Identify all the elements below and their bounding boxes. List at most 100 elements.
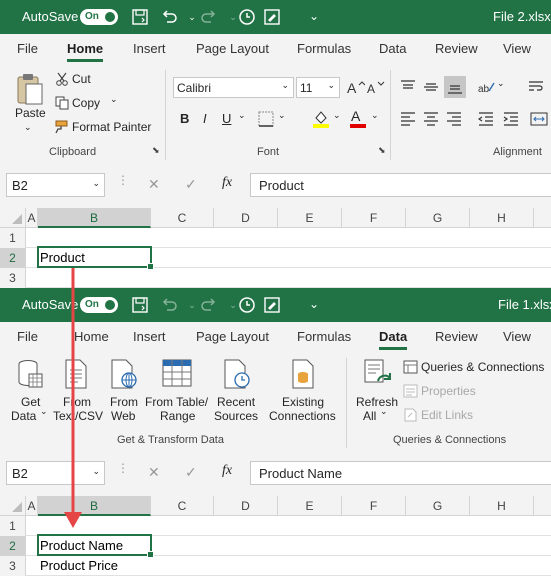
column-header-h[interactable]: H bbox=[470, 496, 534, 516]
row-header-1[interactable]: 1 bbox=[0, 228, 26, 248]
save-icon[interactable] bbox=[131, 296, 151, 314]
column-header-a[interactable]: A bbox=[26, 208, 38, 228]
clock-icon[interactable] bbox=[238, 296, 258, 314]
align-right-icon[interactable] bbox=[446, 111, 462, 127]
cell-b3[interactable]: Product Price bbox=[40, 558, 118, 573]
column-header-g[interactable]: G bbox=[406, 496, 470, 516]
font-launcher-icon[interactable]: ⬊ bbox=[378, 145, 386, 156]
font-size-select[interactable]: 11 ⌄ bbox=[296, 77, 340, 98]
tab-file[interactable]: File bbox=[17, 329, 38, 344]
column-header-f[interactable]: F bbox=[342, 496, 406, 516]
autosave-toggle[interactable]: On bbox=[80, 9, 118, 25]
tab-formulas[interactable]: Formulas bbox=[297, 329, 351, 344]
tab-page-layout[interactable]: Page Layout bbox=[196, 41, 269, 56]
recent-sources-button[interactable]: Recent Sources bbox=[212, 356, 258, 426]
queries-connections-button[interactable]: Queries & Connections bbox=[421, 360, 544, 374]
top-align-icon[interactable] bbox=[400, 79, 416, 95]
fill-color-dropdown-icon[interactable]: ⌄ bbox=[333, 110, 341, 121]
tab-file[interactable]: File bbox=[17, 41, 38, 56]
tab-view[interactable]: View bbox=[503, 41, 531, 56]
insert-function-button[interactable]: fx bbox=[222, 175, 232, 191]
tab-formulas[interactable]: Formulas bbox=[297, 41, 351, 56]
name-box[interactable]: B2 ⌄ bbox=[6, 461, 105, 485]
tab-review[interactable]: Review bbox=[435, 329, 478, 344]
select-all-corner[interactable] bbox=[0, 208, 26, 228]
enter-check-icon[interactable]: ✓ bbox=[185, 176, 197, 193]
decrease-font-size-icon[interactable]: A bbox=[367, 79, 385, 95]
enter-check-icon[interactable]: ✓ bbox=[185, 464, 197, 481]
merge-center-icon[interactable] bbox=[530, 111, 548, 127]
cut-icon[interactable] bbox=[55, 72, 69, 86]
format-painter-button[interactable]: Format Painter bbox=[72, 120, 151, 134]
increase-font-size-icon[interactable]: A bbox=[347, 79, 365, 95]
paste-icon[interactable] bbox=[16, 72, 44, 106]
row-header-1[interactable]: 1 bbox=[0, 516, 26, 536]
orientation-dropdown-icon[interactable]: ⌄ bbox=[497, 78, 505, 89]
bold-button[interactable]: B bbox=[180, 111, 189, 126]
redo-icon[interactable] bbox=[200, 8, 220, 26]
column-header-h[interactable]: H bbox=[470, 208, 534, 228]
column-header-d[interactable]: D bbox=[214, 208, 278, 228]
align-center-icon[interactable] bbox=[423, 111, 439, 127]
formula-input[interactable]: Product bbox=[250, 173, 551, 197]
selected-cell-b2[interactable] bbox=[37, 246, 154, 270]
properties-button[interactable]: Properties bbox=[421, 384, 476, 398]
form-icon[interactable] bbox=[263, 296, 283, 314]
column-header-c[interactable]: C bbox=[151, 208, 214, 228]
clipboard-launcher-icon[interactable]: ⬊ bbox=[152, 145, 160, 156]
column-header-d[interactable]: D bbox=[214, 496, 278, 516]
row-header-2[interactable]: 2 bbox=[0, 536, 26, 556]
from-table-range-button[interactable]: From Table/ Range bbox=[145, 356, 211, 426]
format-painter-icon[interactable] bbox=[55, 120, 69, 134]
column-header-e[interactable]: E bbox=[278, 208, 342, 228]
orientation-icon[interactable]: ab bbox=[478, 79, 496, 95]
underline-dropdown-icon[interactable]: ⌄ bbox=[238, 110, 246, 121]
align-left-icon[interactable] bbox=[400, 111, 416, 127]
column-header-b[interactable]: B bbox=[38, 496, 151, 516]
get-data-button[interactable]: Get Data ⌄ bbox=[5, 356, 51, 426]
customize-toolbar-icon[interactable]: ⌄ bbox=[304, 7, 324, 25]
fill-color-icon[interactable] bbox=[312, 109, 330, 129]
select-all-corner[interactable] bbox=[0, 496, 26, 516]
form-icon[interactable] bbox=[263, 8, 283, 26]
name-box[interactable]: B2 ⌄ bbox=[6, 173, 105, 197]
from-text-csv-button[interactable]: From Text/CSV bbox=[53, 356, 103, 426]
row-header-3[interactable]: 3 bbox=[0, 268, 26, 288]
tab-insert[interactable]: Insert bbox=[133, 329, 166, 344]
save-icon[interactable] bbox=[131, 8, 151, 26]
undo-dropdown-icon[interactable]: ⌄ bbox=[182, 8, 202, 26]
undo-icon[interactable] bbox=[160, 8, 180, 26]
wrap-text-icon[interactable] bbox=[528, 79, 544, 95]
borders-dropdown-icon[interactable]: ⌄ bbox=[278, 110, 286, 121]
cancel-icon[interactable]: ✕ bbox=[148, 464, 160, 481]
column-header-e[interactable]: E bbox=[278, 496, 342, 516]
row-header-3[interactable]: 3 bbox=[0, 556, 26, 576]
tab-review[interactable]: Review bbox=[435, 41, 478, 56]
row-header-2[interactable]: 2 bbox=[0, 248, 26, 268]
column-header-b[interactable]: B bbox=[38, 208, 151, 228]
cut-button[interactable]: Cut bbox=[72, 72, 91, 86]
tab-home[interactable]: Home bbox=[67, 41, 104, 62]
selected-cell-b2[interactable] bbox=[37, 534, 154, 558]
font-name-select[interactable]: Calibri ⌄ bbox=[173, 77, 294, 98]
properties-icon[interactable] bbox=[403, 384, 418, 398]
from-web-button[interactable]: From Web bbox=[105, 356, 143, 426]
column-header-f[interactable]: F bbox=[342, 208, 406, 228]
cancel-icon[interactable]: ✕ bbox=[148, 176, 160, 193]
undo-icon[interactable] bbox=[160, 296, 180, 314]
column-header-a[interactable]: A bbox=[26, 496, 38, 516]
clock-icon[interactable] bbox=[238, 8, 258, 26]
edit-links-icon[interactable] bbox=[403, 408, 418, 422]
tab-page-layout[interactable]: Page Layout bbox=[196, 329, 269, 344]
paste-button[interactable]: Paste bbox=[15, 106, 46, 120]
bottom-align-icon[interactable] bbox=[444, 76, 466, 98]
formula-input[interactable]: Product Name bbox=[250, 461, 551, 485]
tab-data[interactable]: Data bbox=[379, 329, 408, 350]
refresh-all-button[interactable]: Refresh All ⌄ bbox=[352, 356, 400, 426]
column-header-c[interactable]: C bbox=[151, 496, 214, 516]
undo-dropdown-icon[interactable]: ⌄ bbox=[182, 296, 202, 314]
borders-icon[interactable] bbox=[258, 111, 274, 127]
copy-button[interactable]: Copy bbox=[72, 96, 100, 110]
redo-icon[interactable] bbox=[200, 296, 220, 314]
underline-button[interactable]: U bbox=[222, 111, 231, 126]
